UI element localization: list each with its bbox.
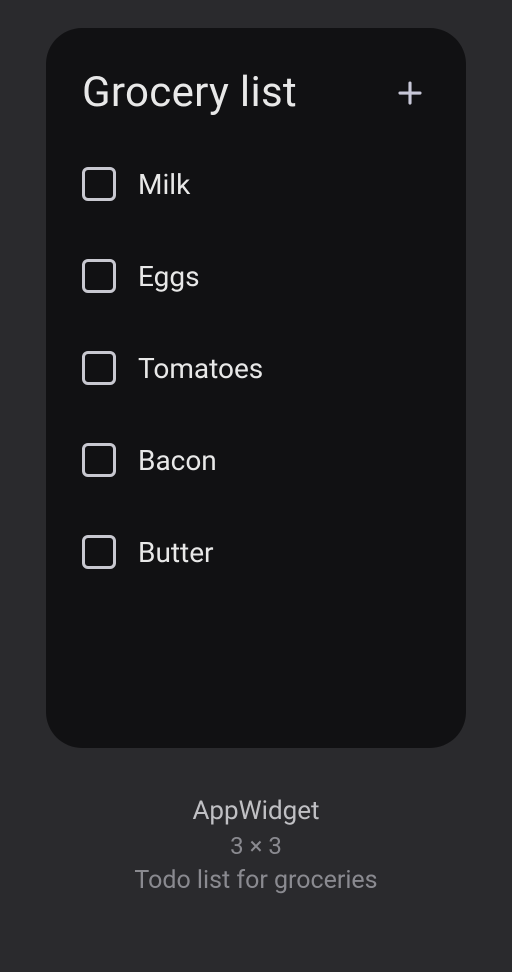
checkbox[interactable] xyxy=(82,167,116,201)
list-item[interactable]: Milk xyxy=(82,167,430,201)
widget-header: Grocery list xyxy=(82,68,430,117)
checkbox[interactable] xyxy=(82,351,116,385)
checkbox[interactable] xyxy=(82,259,116,293)
checkbox[interactable] xyxy=(82,443,116,477)
widget-card: Grocery list Milk Eggs Tomatoes Bacon B xyxy=(46,28,466,748)
plus-icon xyxy=(395,78,425,108)
widget-title: Grocery list xyxy=(82,68,297,117)
item-label: Butter xyxy=(138,536,214,569)
checkbox[interactable] xyxy=(82,535,116,569)
item-label: Eggs xyxy=(138,260,200,293)
item-label: Milk xyxy=(138,168,190,201)
info-size: 3 × 3 xyxy=(230,832,282,860)
info-title: AppWidget xyxy=(192,796,319,826)
list-item[interactable]: Bacon xyxy=(82,443,430,477)
list-item[interactable]: Eggs xyxy=(82,259,430,293)
widget-info: AppWidget 3 × 3 Todo list for groceries xyxy=(134,796,377,895)
list-item[interactable]: Tomatoes xyxy=(82,351,430,385)
list-items-container: Milk Eggs Tomatoes Bacon Butter xyxy=(82,167,430,569)
item-label: Tomatoes xyxy=(138,352,263,385)
list-item[interactable]: Butter xyxy=(82,535,430,569)
add-button[interactable] xyxy=(390,73,430,113)
info-description: Todo list for groceries xyxy=(134,866,377,895)
item-label: Bacon xyxy=(138,444,217,477)
